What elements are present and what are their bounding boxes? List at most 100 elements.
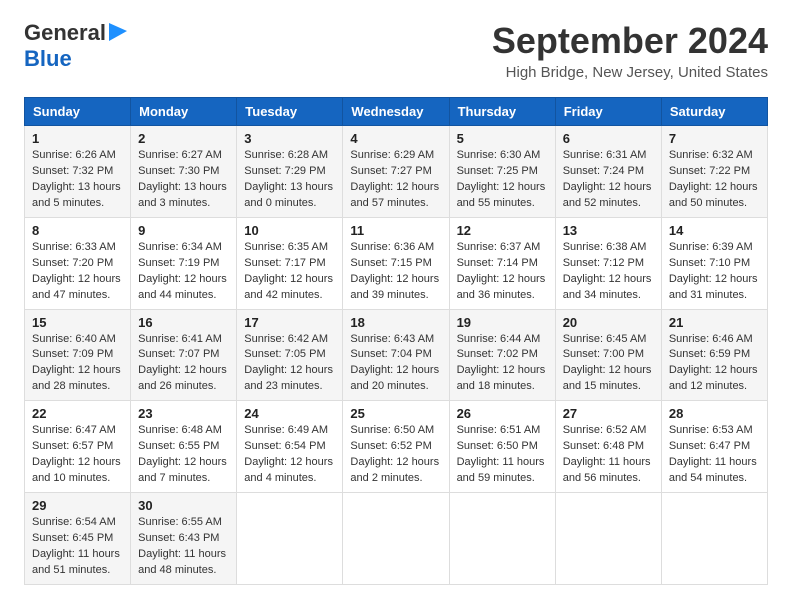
calendar-cell: 1 Sunrise: 6:26 AM Sunset: 7:32 PM Dayli… <box>25 126 131 218</box>
sunrise-label: Sunrise: 6:50 AM <box>350 424 434 436</box>
sunrise-label: Sunrise: 6:40 AM <box>32 333 116 345</box>
cell-content: Sunrise: 6:35 AM Sunset: 7:17 PM Dayligh… <box>244 240 335 304</box>
cell-content: Sunrise: 6:38 AM Sunset: 7:12 PM Dayligh… <box>563 240 654 304</box>
sunset-label: Sunset: 7:12 PM <box>563 257 644 269</box>
day-number: 7 <box>669 131 760 146</box>
sunrise-label: Sunrise: 6:41 AM <box>138 333 222 345</box>
daylight-label: Daylight: 12 hours and 28 minutes. <box>32 364 121 392</box>
day-number: 25 <box>350 406 441 421</box>
day-number: 17 <box>244 315 335 330</box>
calendar-cell <box>555 493 661 585</box>
day-number: 27 <box>563 406 654 421</box>
sunrise-label: Sunrise: 6:37 AM <box>457 241 541 253</box>
daylight-label: Daylight: 13 hours and 0 minutes. <box>244 181 333 209</box>
day-number: 28 <box>669 406 760 421</box>
daylight-label: Daylight: 12 hours and 31 minutes. <box>669 273 758 301</box>
daylight-label: Daylight: 12 hours and 20 minutes. <box>350 364 439 392</box>
calendar-cell <box>237 493 343 585</box>
sunset-label: Sunset: 6:54 PM <box>244 440 325 452</box>
sunrise-label: Sunrise: 6:32 AM <box>669 149 753 161</box>
location-title: High Bridge, New Jersey, United States <box>492 64 768 81</box>
sunrise-label: Sunrise: 6:27 AM <box>138 149 222 161</box>
cell-content: Sunrise: 6:48 AM Sunset: 6:55 PM Dayligh… <box>138 423 229 487</box>
cell-content: Sunrise: 6:54 AM Sunset: 6:45 PM Dayligh… <box>32 515 123 579</box>
cell-content: Sunrise: 6:37 AM Sunset: 7:14 PM Dayligh… <box>457 240 548 304</box>
daylight-label: Daylight: 11 hours and 48 minutes. <box>138 548 226 576</box>
sunrise-label: Sunrise: 6:54 AM <box>32 516 116 528</box>
daylight-label: Daylight: 11 hours and 56 minutes. <box>563 456 651 484</box>
daylight-label: Daylight: 12 hours and 36 minutes. <box>457 273 546 301</box>
daylight-label: Daylight: 12 hours and 12 minutes. <box>669 364 758 392</box>
daylight-label: Daylight: 12 hours and 39 minutes. <box>350 273 439 301</box>
cell-content: Sunrise: 6:32 AM Sunset: 7:22 PM Dayligh… <box>669 148 760 212</box>
day-header-saturday: Saturday <box>661 98 767 126</box>
day-number: 18 <box>350 315 441 330</box>
day-number: 9 <box>138 223 229 238</box>
sunrise-label: Sunrise: 6:44 AM <box>457 333 541 345</box>
calendar-cell: 12 Sunrise: 6:37 AM Sunset: 7:14 PM Dayl… <box>449 217 555 309</box>
cell-content: Sunrise: 6:26 AM Sunset: 7:32 PM Dayligh… <box>32 148 123 212</box>
sunrise-label: Sunrise: 6:53 AM <box>669 424 753 436</box>
daylight-label: Daylight: 12 hours and 44 minutes. <box>138 273 227 301</box>
sunrise-label: Sunrise: 6:43 AM <box>350 333 434 345</box>
sunset-label: Sunset: 7:10 PM <box>669 257 750 269</box>
cell-content: Sunrise: 6:31 AM Sunset: 7:24 PM Dayligh… <box>563 148 654 212</box>
day-number: 4 <box>350 131 441 146</box>
logo-arrow-icon <box>109 21 127 46</box>
sunset-label: Sunset: 7:00 PM <box>563 348 644 360</box>
calendar-cell: 5 Sunrise: 6:30 AM Sunset: 7:25 PM Dayli… <box>449 126 555 218</box>
day-number: 1 <box>32 131 123 146</box>
sunset-label: Sunset: 6:59 PM <box>669 348 750 360</box>
calendar-table: SundayMondayTuesdayWednesdayThursdayFrid… <box>24 97 768 585</box>
sunset-label: Sunset: 7:05 PM <box>244 348 325 360</box>
sunset-label: Sunset: 6:47 PM <box>669 440 750 452</box>
day-number: 16 <box>138 315 229 330</box>
sunrise-label: Sunrise: 6:42 AM <box>244 333 328 345</box>
sunrise-label: Sunrise: 6:45 AM <box>563 333 647 345</box>
daylight-label: Daylight: 12 hours and 47 minutes. <box>32 273 121 301</box>
day-number: 11 <box>350 223 441 238</box>
day-number: 26 <box>457 406 548 421</box>
day-number: 24 <box>244 406 335 421</box>
page-header: General Blue September 2024 High Bridge,… <box>24 20 768 81</box>
sunset-label: Sunset: 6:45 PM <box>32 532 113 544</box>
cell-content: Sunrise: 6:50 AM Sunset: 6:52 PM Dayligh… <box>350 423 441 487</box>
sunrise-label: Sunrise: 6:55 AM <box>138 516 222 528</box>
month-title: September 2024 <box>492 20 768 62</box>
calendar-cell: 7 Sunrise: 6:32 AM Sunset: 7:22 PM Dayli… <box>661 126 767 218</box>
calendar-cell: 28 Sunrise: 6:53 AM Sunset: 6:47 PM Dayl… <box>661 401 767 493</box>
daylight-label: Daylight: 12 hours and 26 minutes. <box>138 364 227 392</box>
day-number: 22 <box>32 406 123 421</box>
sunrise-label: Sunrise: 6:28 AM <box>244 149 328 161</box>
sunset-label: Sunset: 6:48 PM <box>563 440 644 452</box>
cell-content: Sunrise: 6:40 AM Sunset: 7:09 PM Dayligh… <box>32 332 123 396</box>
cell-content: Sunrise: 6:52 AM Sunset: 6:48 PM Dayligh… <box>563 423 654 487</box>
sunset-label: Sunset: 7:07 PM <box>138 348 219 360</box>
daylight-label: Daylight: 12 hours and 23 minutes. <box>244 364 333 392</box>
day-number: 12 <box>457 223 548 238</box>
logo: General Blue <box>24 20 127 72</box>
sunrise-label: Sunrise: 6:46 AM <box>669 333 753 345</box>
sunrise-label: Sunrise: 6:38 AM <box>563 241 647 253</box>
daylight-label: Daylight: 12 hours and 18 minutes. <box>457 364 546 392</box>
calendar-cell: 25 Sunrise: 6:50 AM Sunset: 6:52 PM Dayl… <box>343 401 449 493</box>
calendar-week-row: 22 Sunrise: 6:47 AM Sunset: 6:57 PM Dayl… <box>25 401 768 493</box>
sunrise-label: Sunrise: 6:51 AM <box>457 424 541 436</box>
day-header-sunday: Sunday <box>25 98 131 126</box>
title-area: September 2024 High Bridge, New Jersey, … <box>492 20 768 81</box>
calendar-cell <box>343 493 449 585</box>
calendar-cell: 30 Sunrise: 6:55 AM Sunset: 6:43 PM Dayl… <box>131 493 237 585</box>
calendar-header-row: SundayMondayTuesdayWednesdayThursdayFrid… <box>25 98 768 126</box>
daylight-label: Daylight: 13 hours and 3 minutes. <box>138 181 227 209</box>
day-number: 10 <box>244 223 335 238</box>
sunset-label: Sunset: 7:02 PM <box>457 348 538 360</box>
sunset-label: Sunset: 7:29 PM <box>244 165 325 177</box>
calendar-cell: 24 Sunrise: 6:49 AM Sunset: 6:54 PM Dayl… <box>237 401 343 493</box>
cell-content: Sunrise: 6:39 AM Sunset: 7:10 PM Dayligh… <box>669 240 760 304</box>
cell-content: Sunrise: 6:41 AM Sunset: 7:07 PM Dayligh… <box>138 332 229 396</box>
calendar-cell: 22 Sunrise: 6:47 AM Sunset: 6:57 PM Dayl… <box>25 401 131 493</box>
sunrise-label: Sunrise: 6:48 AM <box>138 424 222 436</box>
cell-content: Sunrise: 6:49 AM Sunset: 6:54 PM Dayligh… <box>244 423 335 487</box>
sunset-label: Sunset: 7:09 PM <box>32 348 113 360</box>
calendar-cell: 23 Sunrise: 6:48 AM Sunset: 6:55 PM Dayl… <box>131 401 237 493</box>
